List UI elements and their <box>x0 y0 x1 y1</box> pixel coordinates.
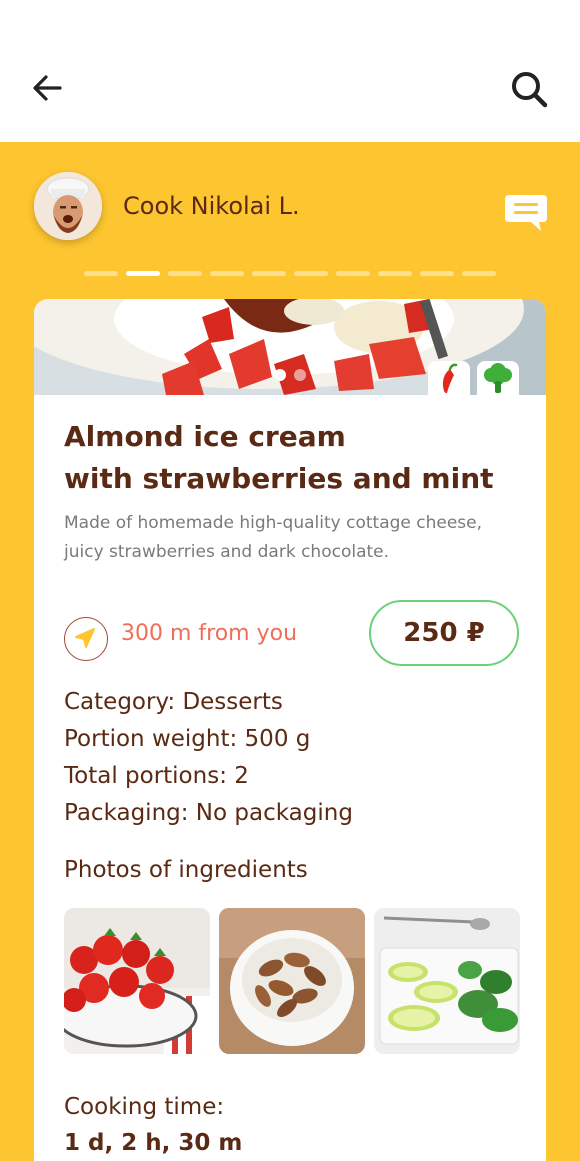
ingredient-photo-strawberries[interactable] <box>64 908 210 1054</box>
pager-segment[interactable] <box>294 271 328 276</box>
dish-title-line: with strawberries and mint <box>64 462 494 495</box>
cook-name[interactable]: Cook Nikolai L. <box>123 192 300 220</box>
carousel-dot[interactable] <box>294 369 306 381</box>
cooking-time-value: 1 d, 2 h, 30 m <box>64 1130 243 1156</box>
category-text: Category: Desserts <box>64 689 283 715</box>
chat-bubble-icon <box>505 195 547 231</box>
location-arrow-icon <box>75 628 95 648</box>
spicy-tag <box>428 361 470 395</box>
cook-dishes-pager <box>84 271 496 277</box>
ingredient-photo-limes-mint[interactable] <box>374 908 520 1054</box>
cooking-time-label: Cooking time: <box>64 1094 225 1120</box>
search-icon <box>512 72 548 108</box>
pager-segment[interactable] <box>168 271 202 276</box>
total-portions-text: Total portions: 2 <box>64 763 249 789</box>
top-bar <box>0 0 580 142</box>
pager-segment[interactable] <box>210 271 244 276</box>
almonds-image <box>219 908 365 1054</box>
chili-pepper-icon <box>442 363 458 394</box>
pager-segment[interactable] <box>378 271 412 276</box>
dish-photo-carousel[interactable] <box>34 299 546 395</box>
search-button[interactable] <box>508 68 552 112</box>
cook-avatar[interactable] <box>34 172 102 240</box>
dish-description: Made of homemade high-quality cottage ch… <box>64 513 483 562</box>
vegetarian-tag <box>477 361 519 395</box>
chef-avatar-image <box>34 172 102 240</box>
distance-text: 300 m from you <box>121 621 298 646</box>
pager-segment[interactable] <box>84 271 118 276</box>
carousel-dot-active[interactable] <box>274 369 286 381</box>
packaging-text: Packaging: No packaging <box>64 800 353 826</box>
dish-title: Almond ice cream with strawberries and m… <box>64 416 524 500</box>
pager-segment[interactable] <box>252 271 286 276</box>
photo-carousel-dots <box>274 369 306 381</box>
location-badge <box>64 617 108 661</box>
ingredient-photo-almonds[interactable] <box>219 908 365 1054</box>
pager-segment[interactable] <box>420 271 454 276</box>
chat-button[interactable] <box>503 192 549 234</box>
dish-title-line: Almond ice cream <box>64 420 346 453</box>
pager-segment-active[interactable] <box>126 271 160 276</box>
pager-segment[interactable] <box>462 271 496 276</box>
portion-weight-text: Portion weight: 500 g <box>64 726 311 752</box>
pager-segment[interactable] <box>336 271 370 276</box>
strawberries-image <box>64 908 210 1054</box>
dish-specs: Category: Desserts Portion weight: 500 g… <box>64 684 353 832</box>
limes-and-mint-image <box>374 908 520 1054</box>
back-button[interactable] <box>28 68 68 108</box>
ingredients-photos-title: Photos of ingredients <box>64 857 308 883</box>
broccoli-icon <box>484 363 512 393</box>
arrow-left-icon <box>33 75 62 101</box>
ingredients-photos <box>64 908 520 1054</box>
dish-card: Almond ice cream with strawberries and m… <box>34 299 546 1161</box>
price-button[interactable]: 250 ₽ <box>369 600 519 666</box>
